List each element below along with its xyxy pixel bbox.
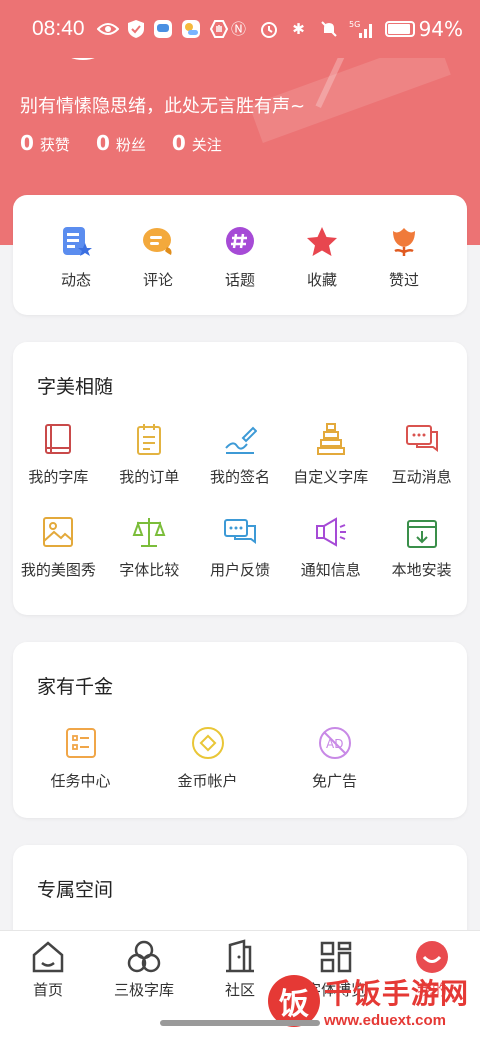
section-title: 字美相随 xyxy=(37,376,114,398)
battery-percent: 94% xyxy=(418,17,464,41)
post-icon xyxy=(63,227,92,256)
feedback-icon xyxy=(223,519,256,544)
tulip-icon xyxy=(393,228,415,256)
menu-my-signature[interactable]: 我的签名 xyxy=(195,422,286,487)
chat-icon xyxy=(405,425,438,452)
order-icon xyxy=(137,424,162,455)
image-icon xyxy=(43,517,74,547)
watermark-url: www.eduext.com xyxy=(324,1012,446,1029)
coins-section-card: 家有千金 任务中心 金币帐户 AD 免广告 xyxy=(13,642,467,818)
home-indicator[interactable] xyxy=(160,1020,320,1026)
comment-icon xyxy=(143,228,172,255)
eye-icon xyxy=(96,23,119,35)
home-icon xyxy=(32,941,64,973)
megaphone-icon xyxy=(315,517,346,547)
profile-bio: 别有情愫隐思绪，此处无言胜有声~ xyxy=(20,96,306,117)
door-icon xyxy=(226,939,254,973)
menu-no-ads[interactable]: AD 免广告 xyxy=(292,726,377,791)
signal-network-text: 5G xyxy=(349,20,360,29)
book-icon xyxy=(45,424,72,454)
menu-notifications[interactable]: 通知信息 xyxy=(285,515,376,580)
alarm-icon xyxy=(260,22,277,38)
section-title: 专属空间 xyxy=(37,879,114,901)
signature-icon xyxy=(225,426,257,454)
scale-icon xyxy=(132,518,166,547)
stat-following[interactable]: 0 关注 xyxy=(172,131,222,155)
battery-icon xyxy=(384,21,415,37)
task-icon xyxy=(65,728,96,758)
menu-font-compare[interactable]: 字体比较 xyxy=(104,515,195,580)
menu-feedback[interactable]: 用户反馈 xyxy=(195,515,286,580)
bluetooth-icon: ✱ xyxy=(292,20,305,38)
nfc-icon: Ⓝ xyxy=(231,20,247,38)
battery: 94% xyxy=(384,17,464,41)
menu-custom-fonts[interactable]: 自定义字库 xyxy=(285,422,376,487)
menu-task-center[interactable]: 任务中心 xyxy=(38,726,123,791)
stat-fans[interactable]: 0 粉丝 xyxy=(96,131,146,155)
smile-icon xyxy=(416,941,448,973)
circles-icon xyxy=(127,940,161,973)
profile-stats: 0 获赞 0 粉丝 0 关注 xyxy=(20,131,222,155)
no-ad-icon: AD xyxy=(318,727,351,759)
shield-icon xyxy=(127,20,144,38)
quick-action-favorites[interactable]: 收藏 xyxy=(287,225,357,290)
quick-action-posts[interactable]: 动态 xyxy=(41,225,111,290)
signal-icon: 5G xyxy=(349,20,372,38)
coin-icon xyxy=(191,727,224,759)
quick-actions-card: 动态 评论 话题 收藏 赞过 xyxy=(13,195,467,315)
mute-icon xyxy=(320,21,337,37)
section-title: 家有千金 xyxy=(37,676,114,698)
quick-action-topics[interactable]: 话题 xyxy=(205,225,275,290)
star-icon xyxy=(307,227,337,256)
stat-likes[interactable]: 0 获赞 xyxy=(20,131,70,155)
menu-coin-account[interactable]: 金币帐户 xyxy=(165,726,250,791)
tab-fonts[interactable]: 三极字库 xyxy=(99,939,189,1000)
quick-action-liked[interactable]: 赞过 xyxy=(369,225,439,290)
grid-icon xyxy=(320,941,352,973)
tab-home[interactable]: 首页 xyxy=(3,939,93,1000)
font-section-card: 字美相随 我的字库 我的订单 我的签名 自定义字库 互动消息 我的美图秀 字体比… xyxy=(13,342,467,615)
menu-local-install[interactable]: 本地安装 xyxy=(376,515,467,580)
status-bar: 08:40 Ⓝ ✱ 5G 94% xyxy=(0,0,480,58)
quick-action-comments[interactable]: 评论 xyxy=(123,225,193,290)
menu-messages[interactable]: 互动消息 xyxy=(376,422,467,487)
tower-icon xyxy=(316,423,345,455)
menu-my-orders[interactable]: 我的订单 xyxy=(104,422,195,487)
status-time: 08:40 xyxy=(32,17,85,40)
watermark-title: 千饭手游网 xyxy=(324,977,470,1010)
install-icon xyxy=(406,520,437,548)
watermark-logo: 饭 xyxy=(268,974,320,1027)
hand-icon xyxy=(209,20,228,38)
weather-app-icon xyxy=(181,20,200,38)
message-app-icon xyxy=(153,20,172,38)
topic-icon xyxy=(226,227,254,255)
menu-my-fonts[interactable]: 我的字库 xyxy=(13,422,104,487)
menu-my-gallery[interactable]: 我的美图秀 xyxy=(13,515,104,580)
